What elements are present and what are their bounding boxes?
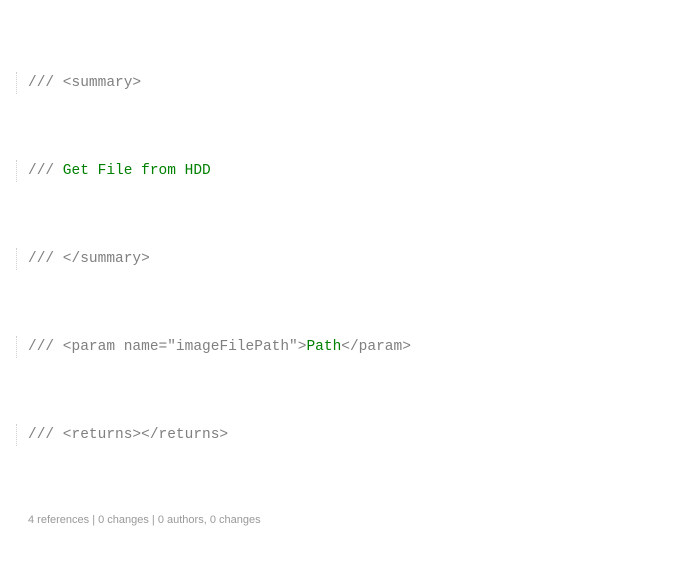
xml-doc-delim: /// [28,163,54,179]
xml-doc-delim: /// [28,427,54,443]
xml-doc-tag: </summary> [54,251,150,267]
code-editor[interactable]: /// <summary> /// Get File from HDD /// … [0,0,696,579]
code-line: /// <summary> [10,72,696,94]
code-line: /// Get File from HDD [10,160,696,182]
codelens-indicator[interactable]: 4 references | 0 changes | 0 authors, 0 … [10,512,696,528]
code-line: /// <param name="imageFilePath">Path</pa… [10,336,696,358]
xml-doc-delim: /// [28,75,54,91]
xml-doc-tag: <param name= [54,339,167,355]
code-line: /// <returns></returns> [10,424,696,446]
xml-doc-tag: <returns></returns> [54,427,228,443]
xml-doc-delim: /// [28,339,54,355]
xml-doc-delim: /// [28,251,54,267]
xml-doc-text: Path [306,339,341,355]
xml-doc-attr: "imageFilePath" [167,339,298,355]
xml-doc-text: Get File from HDD [54,163,211,179]
xml-doc-tag: <summary> [54,75,141,91]
xml-doc-tag: </param> [341,339,411,355]
code-line: /// </summary> [10,248,696,270]
